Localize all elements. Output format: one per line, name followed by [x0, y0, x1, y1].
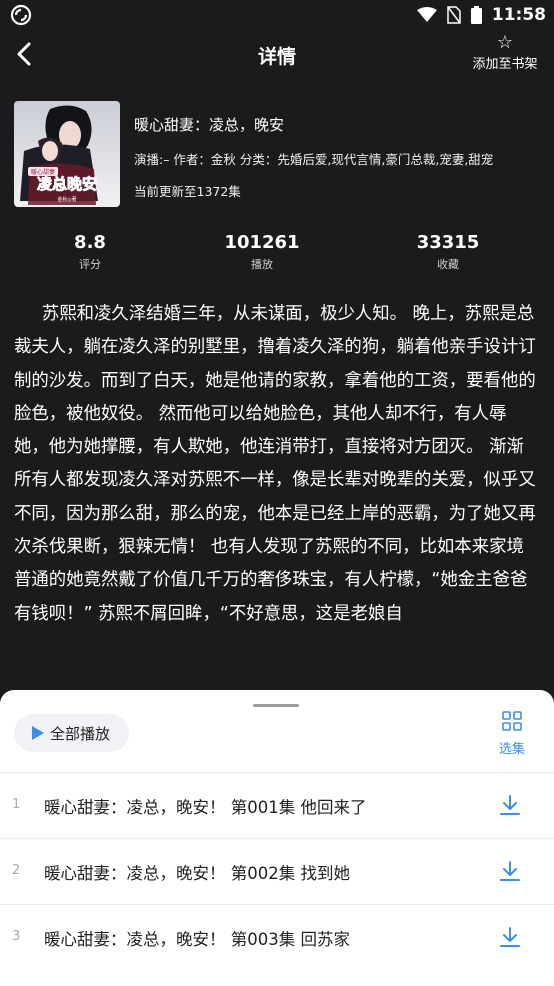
episode-title: 暖心甜妻：凌总，晚安！ 第002集 找到她	[44, 864, 350, 883]
cover-title-text: 凌总晚安	[37, 175, 97, 193]
stat-label: 收藏	[437, 258, 459, 271]
add-to-shelf-button[interactable]: ☆ 添加至书架	[470, 32, 540, 73]
update-status: 当前更新至1372集	[134, 184, 241, 199]
stats-row: 8.8 评分 101261 播放 33315 收藏	[0, 232, 554, 276]
stat-value: 33315	[416, 232, 480, 253]
book-title: 暖心甜妻：凌总，晚安	[134, 116, 285, 134]
stat-label: 播放	[251, 258, 273, 271]
app-notification-icon	[10, 4, 32, 26]
stat-plays: 101261 播放	[182, 232, 342, 272]
grid-icon	[502, 711, 522, 731]
episode-item[interactable]: 3 暖心甜妻：凌总，晚安！ 第003集 回苏家	[0, 904, 554, 970]
stat-rating: 8.8 评分	[10, 232, 170, 272]
stat-label: 评分	[79, 258, 101, 271]
status-bar: 11:58	[0, 0, 554, 30]
cover-author-text: 金秋◎著	[57, 196, 76, 203]
episode-title: 暖心甜妻：凌总，晚安！ 第003集 回苏家	[44, 930, 350, 949]
stat-favorites: 33315 收藏	[368, 232, 528, 272]
episode-item[interactable]: 1 暖心甜妻：凌总，晚安！ 第001集 他回来了	[0, 772, 554, 838]
star-icon: ☆	[496, 32, 514, 53]
play-all-label: 全部播放	[50, 724, 111, 743]
episode-number: 2	[12, 863, 21, 878]
episode-item[interactable]: 2 暖心甜妻：凌总，晚安！ 第002集 找到她	[0, 838, 554, 904]
play-all-button[interactable]: 全部播放	[14, 714, 129, 752]
episode-number: 1	[12, 797, 21, 812]
stat-value: 8.8	[74, 232, 106, 253]
status-time: 11:58	[491, 5, 546, 25]
stat-value: 101261	[224, 232, 300, 253]
no-sim-icon	[447, 6, 461, 24]
episode-sheet: 全部播放 选集 1 暖心甜妻：凌总，晚安！ 第001集 他回来了 2 暖心甜妻：…	[0, 690, 554, 986]
episode-number: 3	[12, 929, 21, 944]
select-episodes-label: 选集	[498, 742, 525, 757]
select-episodes-button[interactable]: 选集	[494, 710, 530, 757]
nav-bar: 详情 ☆ 添加至书架	[0, 30, 554, 80]
add-to-shelf-label: 添加至书架	[472, 57, 538, 72]
download-icon[interactable]	[498, 925, 522, 949]
wifi-icon	[416, 7, 437, 22]
book-description: 苏熙和凌久泽结婚三年，从未谋面，极少人知。 晚上，苏熙是总裁夫人，躺在凌久泽的别…	[14, 304, 536, 624]
episode-list: 1 暖心甜妻：凌总，晚安！ 第001集 他回来了 2 暖心甜妻：凌总，晚安！ 第…	[0, 772, 554, 970]
book-cover[interactable]: 暖心甜妻 凌总晚安 金秋◎著	[14, 101, 120, 207]
episode-title: 暖心甜妻：凌总，晚安！ 第001集 他回来了	[44, 798, 367, 817]
book-info: 暖心甜妻 凌总晚安 金秋◎著 暖心甜妻：凌总，晚安 演播:– 作者：金秋 分类：…	[14, 101, 540, 209]
sheet-drag-handle[interactable]	[253, 704, 299, 707]
battery-icon	[470, 6, 482, 24]
book-meta: 演播:– 作者：金秋 分类：先婚后爱,现代言情,豪门总裁,宠妻,甜宠	[134, 152, 494, 167]
play-icon	[32, 726, 44, 740]
download-icon[interactable]	[498, 793, 522, 817]
cover-art: 暖心甜妻 凌总晚安 金秋◎著	[14, 101, 120, 207]
download-icon[interactable]	[498, 859, 522, 883]
